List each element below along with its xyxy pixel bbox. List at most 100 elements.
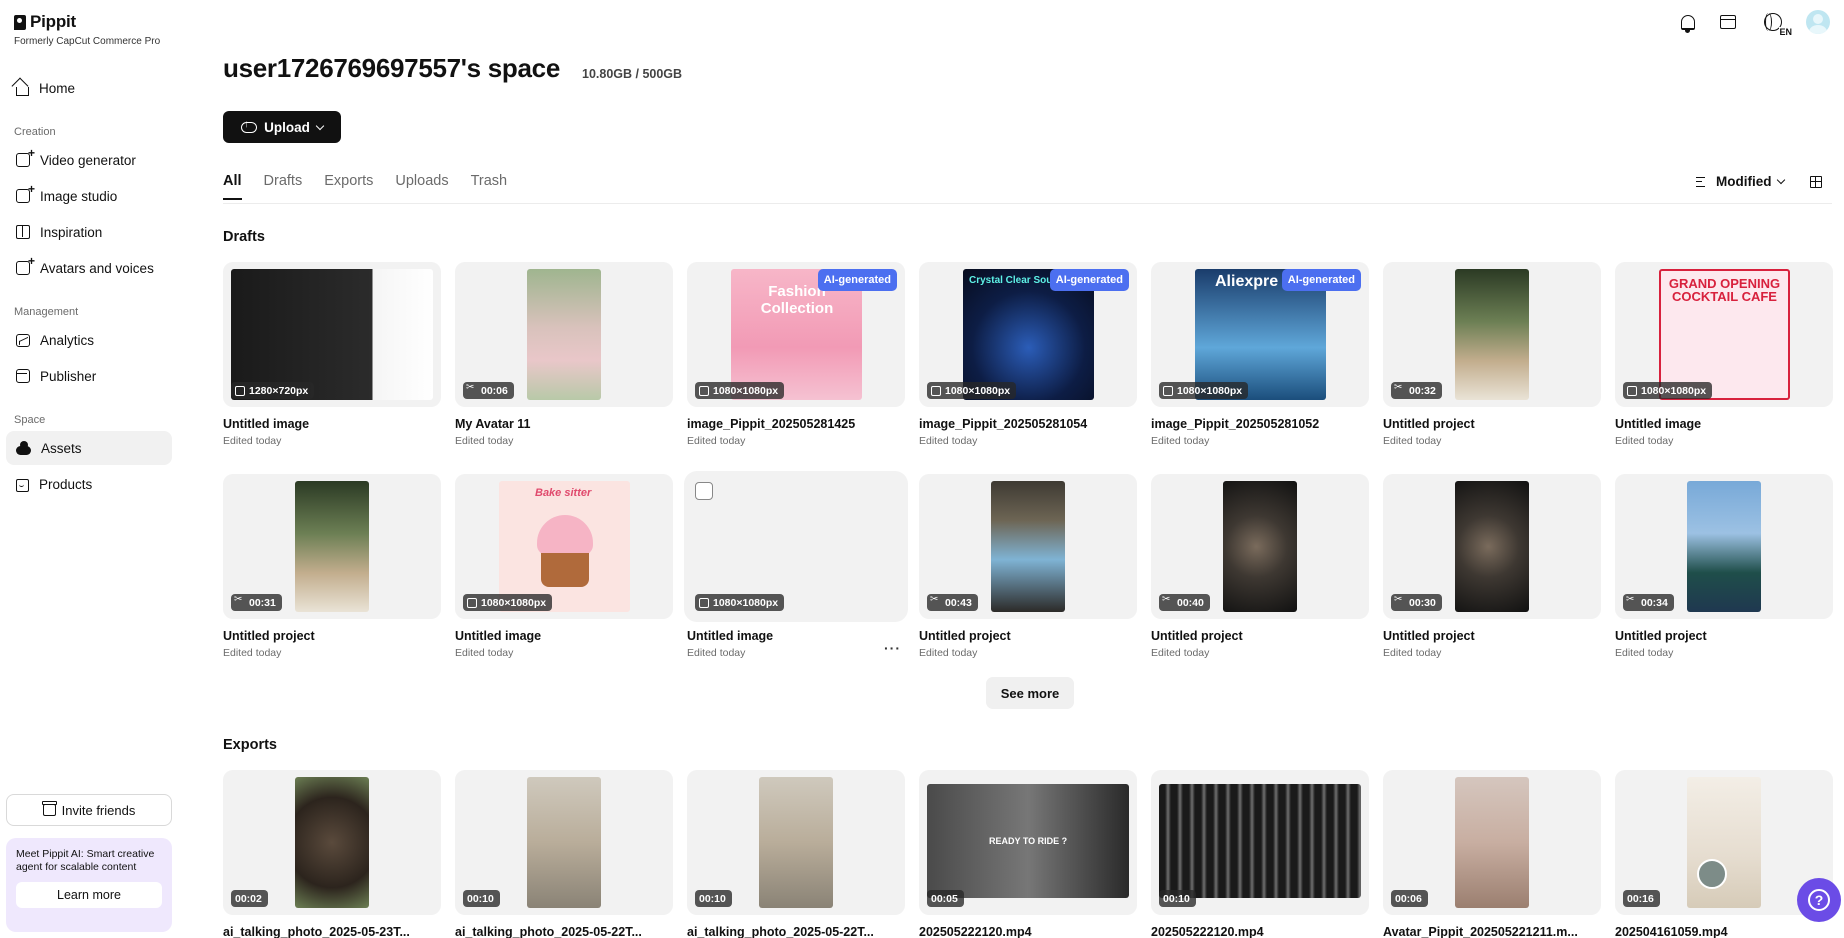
thumbnail[interactable]: 00:10 bbox=[687, 770, 905, 915]
brand[interactable]: Pippit Formerly CapCut Commerce Pro bbox=[14, 12, 160, 47]
draft-card[interactable]: Fashion Collection AI-generated 1080×108… bbox=[687, 262, 905, 447]
draft-card[interactable]: 00:40 Untitled project Edited today bbox=[1151, 474, 1369, 659]
thumbnail[interactable]: 00:06 bbox=[455, 262, 673, 407]
exports-section-title: Exports bbox=[223, 737, 277, 753]
drafts-section-title: Drafts bbox=[223, 229, 265, 245]
duration-badge: 00:02 bbox=[231, 890, 268, 907]
thumbnail[interactable]: Crystal Clear Sou AI-generated 1080×1080… bbox=[919, 262, 1137, 407]
draft-card[interactable]: Aliexpre AI-generated 1080×1080px image_… bbox=[1151, 262, 1369, 447]
sidebar-item-label: Products bbox=[39, 476, 93, 492]
sidebar-item-image-studio[interactable]: Image studio bbox=[6, 179, 172, 213]
thumbnail-image bbox=[991, 481, 1065, 612]
chevron-down-icon bbox=[315, 121, 325, 130]
thumbnail[interactable]: Fashion Collection AI-generated 1080×108… bbox=[687, 262, 905, 407]
card-title: My Avatar 11 bbox=[455, 417, 531, 431]
thumbnail[interactable]: 00:10 bbox=[1151, 770, 1369, 915]
duration-badge: 00:31 bbox=[231, 594, 282, 611]
dimension-badge: 1080×1080px bbox=[1159, 382, 1249, 399]
draft-card[interactable]: Crystal Clear Sou AI-generated 1080×1080… bbox=[919, 262, 1137, 447]
thumbnail[interactable]: 1080×1080px bbox=[687, 474, 905, 619]
thumbnail[interactable]: 00:40 bbox=[1151, 474, 1369, 619]
draft-card[interactable]: 00:43 Untitled project Edited today bbox=[919, 474, 1137, 659]
storage-usage: 10.80GB / 500GB bbox=[582, 67, 683, 81]
sidebar-item-label: Assets bbox=[41, 440, 82, 456]
draft-card[interactable]: 1280×720px Untitled image Edited today bbox=[223, 262, 441, 447]
thumbnail[interactable]: 00:34 bbox=[1615, 474, 1833, 619]
see-more-button[interactable]: See more bbox=[986, 677, 1074, 709]
card-title: image_Pippit_202505281425 bbox=[687, 417, 856, 431]
help-button[interactable]: ? bbox=[1797, 878, 1841, 922]
duration-badge: 00:06 bbox=[463, 382, 514, 399]
tab-exports[interactable]: Exports bbox=[324, 173, 373, 200]
thumbnail-image bbox=[1455, 269, 1529, 400]
tab-uploads[interactable]: Uploads bbox=[395, 173, 448, 200]
export-card[interactable]: 00:10 ai_talking_photo_2025-05-22T... bbox=[455, 770, 673, 938]
thumbnail-image bbox=[1687, 777, 1761, 908]
grid-view-icon[interactable] bbox=[1810, 176, 1822, 188]
sidebar-item-avatars-and-voices[interactable]: Avatars and voices bbox=[6, 251, 172, 285]
language-button[interactable]: EN bbox=[1756, 10, 1792, 37]
tab-drafts[interactable]: Drafts bbox=[264, 173, 303, 200]
draft-card[interactable]: 00:32 Untitled project Edited today bbox=[1383, 262, 1601, 447]
card-subtitle: Edited today bbox=[919, 647, 978, 659]
draft-card[interactable]: 00:31 Untitled project Edited today bbox=[223, 474, 441, 659]
user-avatar[interactable] bbox=[1806, 10, 1830, 34]
inbox-button[interactable] bbox=[1716, 10, 1740, 34]
learn-more-button[interactable]: Learn more bbox=[16, 882, 162, 908]
image-add-icon bbox=[16, 182, 35, 203]
section-label-management: Management bbox=[14, 306, 79, 318]
duration-badge: 00:16 bbox=[1623, 890, 1660, 907]
thumbnail[interactable]: Aliexpre AI-generated 1080×1080px bbox=[1151, 262, 1369, 407]
export-card[interactable]: 00:02 ai_talking_photo_2025-05-23T... bbox=[223, 770, 441, 938]
draft-card[interactable]: 00:30 Untitled project Edited today bbox=[1383, 474, 1601, 659]
thumbnail[interactable]: GRAND OPENING COCKTAIL CAFE 1080×1080px bbox=[1615, 262, 1833, 407]
draft-card[interactable]: 1080×1080px Untitled image Edited today … bbox=[687, 474, 905, 659]
more-options-icon[interactable]: ··· bbox=[884, 640, 901, 656]
notifications-button[interactable] bbox=[1676, 10, 1700, 34]
card-title: ai_talking_photo_2025-05-22T... bbox=[455, 925, 642, 938]
sort-dropdown[interactable]: Modified bbox=[1696, 174, 1785, 189]
thumbnail[interactable]: 00:06 bbox=[1383, 770, 1601, 915]
card-title: Untitled image bbox=[1615, 417, 1702, 431]
export-card[interactable]: READY TO RIDE ? 00:05 202505222120.mp4 bbox=[919, 770, 1137, 938]
scissors-icon bbox=[1626, 594, 1637, 608]
sidebar-item-analytics[interactable]: Analytics bbox=[6, 323, 172, 357]
cupcake-base bbox=[541, 553, 589, 587]
card-title: Untitled image bbox=[687, 629, 774, 643]
thumbnail[interactable]: 00:02 bbox=[223, 770, 441, 915]
card-title: 202505222120.mp4 bbox=[919, 925, 1032, 938]
card-subtitle: Edited today bbox=[687, 435, 746, 447]
draft-card[interactable]: GRAND OPENING COCKTAIL CAFE 1080×1080px … bbox=[1615, 262, 1833, 447]
thumbnail[interactable]: Bake sitter 1080×1080px bbox=[455, 474, 673, 619]
tab-all[interactable]: All bbox=[223, 173, 242, 200]
sidebar-item-assets[interactable]: Assets bbox=[6, 431, 172, 465]
thumbnail[interactable]: 00:31 bbox=[223, 474, 441, 619]
sidebar-item-publisher[interactable]: Publisher bbox=[6, 359, 172, 393]
invite-friends-button[interactable]: Invite friends bbox=[6, 794, 172, 826]
thumbnail-image bbox=[295, 777, 369, 908]
thumbnail-overlay-text: Crystal Clear Sou bbox=[969, 275, 1053, 286]
thumbnail[interactable]: 00:30 bbox=[1383, 474, 1601, 619]
thumbnail[interactable]: READY TO RIDE ? 00:05 bbox=[919, 770, 1137, 915]
tab-trash[interactable]: Trash bbox=[471, 173, 508, 200]
upload-button[interactable]: Upload bbox=[223, 111, 341, 143]
draft-card[interactable]: 00:34 Untitled project Edited today bbox=[1615, 474, 1833, 659]
export-card[interactable]: 00:10 202505222120.mp4 bbox=[1151, 770, 1369, 938]
thumbnail[interactable]: 1280×720px bbox=[223, 262, 441, 407]
help-icon: ? bbox=[1808, 889, 1830, 911]
draft-card[interactable]: Bake sitter 1080×1080px Untitled image E… bbox=[455, 474, 673, 659]
sidebar-item-home[interactable]: Home bbox=[6, 71, 172, 105]
home-icon bbox=[16, 86, 29, 96]
export-card[interactable]: 00:10 ai_talking_photo_2025-05-22T... bbox=[687, 770, 905, 938]
thumbnail-image bbox=[1223, 481, 1297, 612]
export-card[interactable]: 00:06 Avatar_Pippit_202505221211.m... bbox=[1383, 770, 1601, 938]
sidebar-item-label: Home bbox=[39, 80, 76, 96]
thumbnail[interactable]: 00:10 bbox=[455, 770, 673, 915]
draft-card[interactable]: 00:06 My Avatar 11 Edited today bbox=[455, 262, 673, 447]
sidebar-item-inspiration[interactable]: Inspiration bbox=[6, 215, 172, 249]
thumbnail[interactable]: 00:32 bbox=[1383, 262, 1601, 407]
thumbnail[interactable]: 00:43 bbox=[919, 474, 1137, 619]
sidebar-item-products[interactable]: Products bbox=[6, 467, 172, 501]
sidebar-item-video-generator[interactable]: Video generator bbox=[6, 143, 172, 177]
select-checkbox[interactable] bbox=[695, 482, 713, 500]
